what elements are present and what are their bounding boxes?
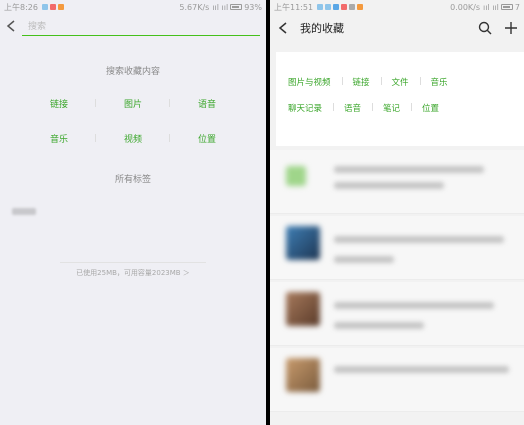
filter-music[interactable]: 音乐 — [431, 76, 448, 88]
back-arrow-icon[interactable] — [270, 15, 296, 41]
right-screen: 上午11:51 0.00K/s ııl ııl 7 我的收藏 图片与视频 链接 … — [270, 0, 524, 425]
notify-icon — [49, 4, 56, 10]
category-music[interactable]: 音乐 — [22, 132, 96, 145]
item-text — [334, 302, 494, 309]
page-title: 我的收藏 — [300, 22, 344, 35]
divider — [60, 262, 206, 263]
category-video[interactable]: 视频 — [96, 132, 170, 145]
filter-panel: 图片与视频 链接 文件 音乐 聊天记录 语音 笔记 位置 — [276, 52, 524, 146]
signal-icon: ııl ııl — [212, 2, 229, 12]
notify-icon — [341, 4, 348, 10]
item-text — [334, 322, 424, 329]
notify-icon — [57, 4, 64, 10]
item-text — [334, 256, 394, 263]
status-bar: 上午8:26 5.67K/s ııl ııl 93% — [0, 0, 266, 14]
filter-row: 图片与视频 链接 文件 音乐 — [288, 76, 524, 88]
favorites-list — [270, 150, 524, 425]
net-speed: 0.00K/s — [450, 2, 481, 12]
battery-icon — [500, 4, 513, 10]
notify-icon — [357, 4, 364, 10]
category-voice[interactable]: 语音 — [170, 97, 244, 110]
notify-icon — [325, 4, 332, 10]
status-time: 上午11:51 — [274, 2, 314, 12]
item-text — [334, 236, 504, 243]
item-thumbnail — [286, 166, 306, 186]
search-bar: 搜索 — [0, 14, 266, 38]
storage-info[interactable]: 已使用25MB，可用容量2023MB ＞ — [0, 268, 266, 278]
category-image[interactable]: 图片 — [96, 97, 170, 110]
list-item[interactable] — [270, 282, 524, 346]
back-arrow-icon[interactable] — [0, 15, 22, 37]
battery-level: 93% — [244, 2, 262, 12]
title-bar: 我的收藏 — [270, 14, 524, 42]
category-link[interactable]: 链接 — [22, 97, 96, 110]
battery-icon — [230, 4, 243, 10]
status-time: 上午8:26 — [4, 2, 38, 12]
list-item[interactable] — [270, 150, 524, 214]
filter-links[interactable]: 链接 — [353, 76, 382, 88]
filter-files[interactable]: 文件 — [392, 76, 421, 88]
notify-icon — [333, 4, 340, 10]
status-bar: 上午11:51 0.00K/s ııl ııl 7 — [270, 0, 524, 14]
search-input[interactable]: 搜索 — [22, 16, 260, 36]
filter-chat-history[interactable]: 聊天记录 — [288, 102, 335, 114]
search-category-grid: 链接 图片 语音 音乐 视频 位置 — [22, 97, 244, 145]
list-item[interactable] — [270, 216, 524, 280]
add-icon[interactable] — [498, 15, 524, 41]
filter-photos-videos[interactable]: 图片与视频 — [288, 76, 342, 88]
item-thumbnail — [286, 292, 320, 326]
tags-section-title: 所有标签 — [114, 175, 151, 185]
list-item[interactable] — [270, 348, 524, 412]
category-location[interactable]: 位置 — [170, 132, 244, 145]
item-text — [334, 166, 484, 173]
battery-level: 7 — [514, 2, 520, 12]
item-text — [334, 182, 444, 189]
notify-icon — [317, 4, 324, 10]
notify-icon — [349, 4, 356, 10]
notification-icons — [41, 4, 64, 10]
signal-icon: ııl ııl — [483, 2, 499, 12]
notify-icon — [41, 4, 48, 10]
notification-icons — [317, 4, 364, 10]
filter-row: 聊天记录 语音 笔记 位置 — [288, 102, 524, 114]
item-thumbnail — [286, 226, 320, 260]
item-text — [334, 366, 509, 373]
filter-voice[interactable]: 语音 — [344, 102, 374, 114]
tag-item[interactable] — [12, 208, 36, 215]
left-screen: 上午8:26 5.67K/s ııl ııl 93% 搜索 搜索收藏内容 链接 … — [0, 0, 266, 425]
search-section-title: 搜索收藏内容 — [105, 67, 160, 77]
filter-location[interactable]: 位置 — [422, 102, 439, 114]
item-thumbnail — [286, 358, 320, 392]
filter-notes[interactable]: 笔记 — [383, 102, 413, 114]
net-speed: 5.67K/s — [179, 2, 210, 12]
search-icon[interactable] — [472, 15, 498, 41]
